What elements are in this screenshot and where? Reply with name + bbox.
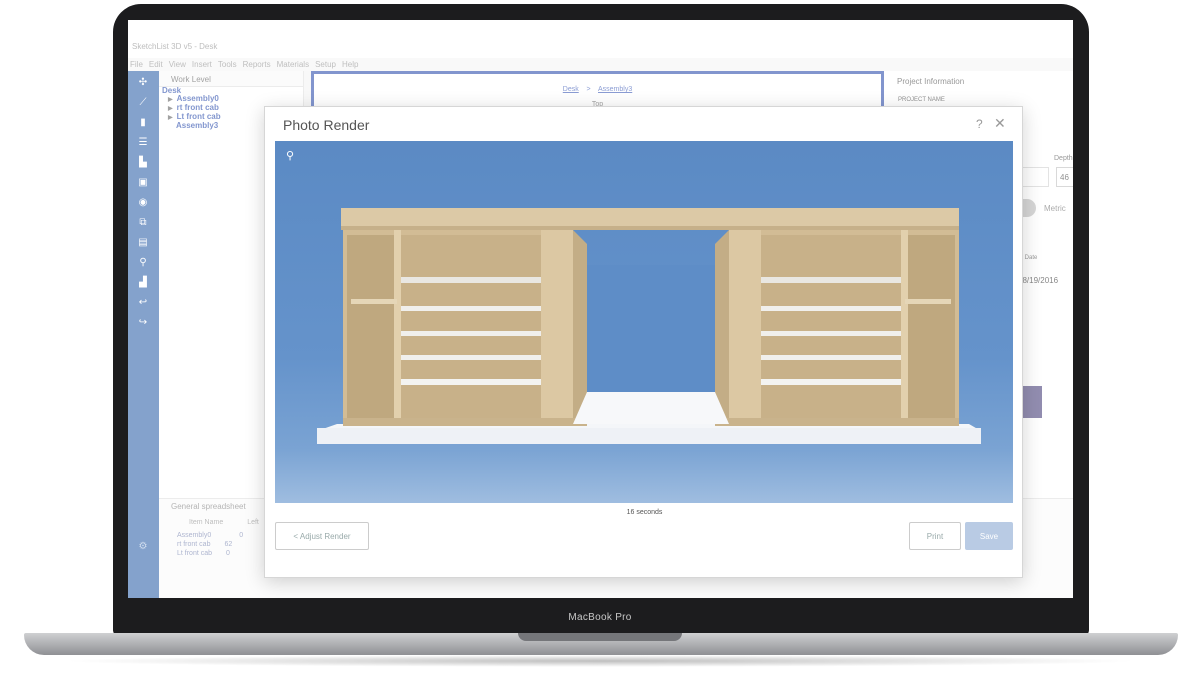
laptop-shadow <box>60 655 1140 667</box>
knee-floor <box>573 392 729 424</box>
desk-top-edge <box>341 226 959 230</box>
right-cabinet <box>715 230 959 426</box>
floor-edge <box>317 428 981 444</box>
laptop-notch <box>518 633 682 641</box>
render-preview: ⚲ <box>275 141 1013 503</box>
help-icon[interactable]: ? <box>976 117 983 131</box>
screen: SketchList 3D v5 - Desk File Edit View Inse… <box>128 20 1073 598</box>
device-label: MacBook Pro <box>568 612 632 623</box>
close-icon[interactable]: ✕ <box>994 115 1006 132</box>
render-time: 16 seconds <box>626 509 663 516</box>
photo-render-dialog: Photo Render ? ✕ ⚲ 16 seconds < Adjust R… <box>264 106 1023 578</box>
print-button[interactable]: Print <box>909 522 961 550</box>
desk-render-image <box>317 208 981 444</box>
adjust-render-button[interactable]: < Adjust Render <box>275 522 369 550</box>
zoom-icon[interactable]: ⚲ <box>286 149 294 162</box>
desk-top <box>341 208 959 228</box>
save-button[interactable]: Save <box>965 522 1013 550</box>
left-cabinet <box>343 230 587 426</box>
knee-space <box>587 265 715 392</box>
dialog-title: Photo Render <box>283 117 370 133</box>
